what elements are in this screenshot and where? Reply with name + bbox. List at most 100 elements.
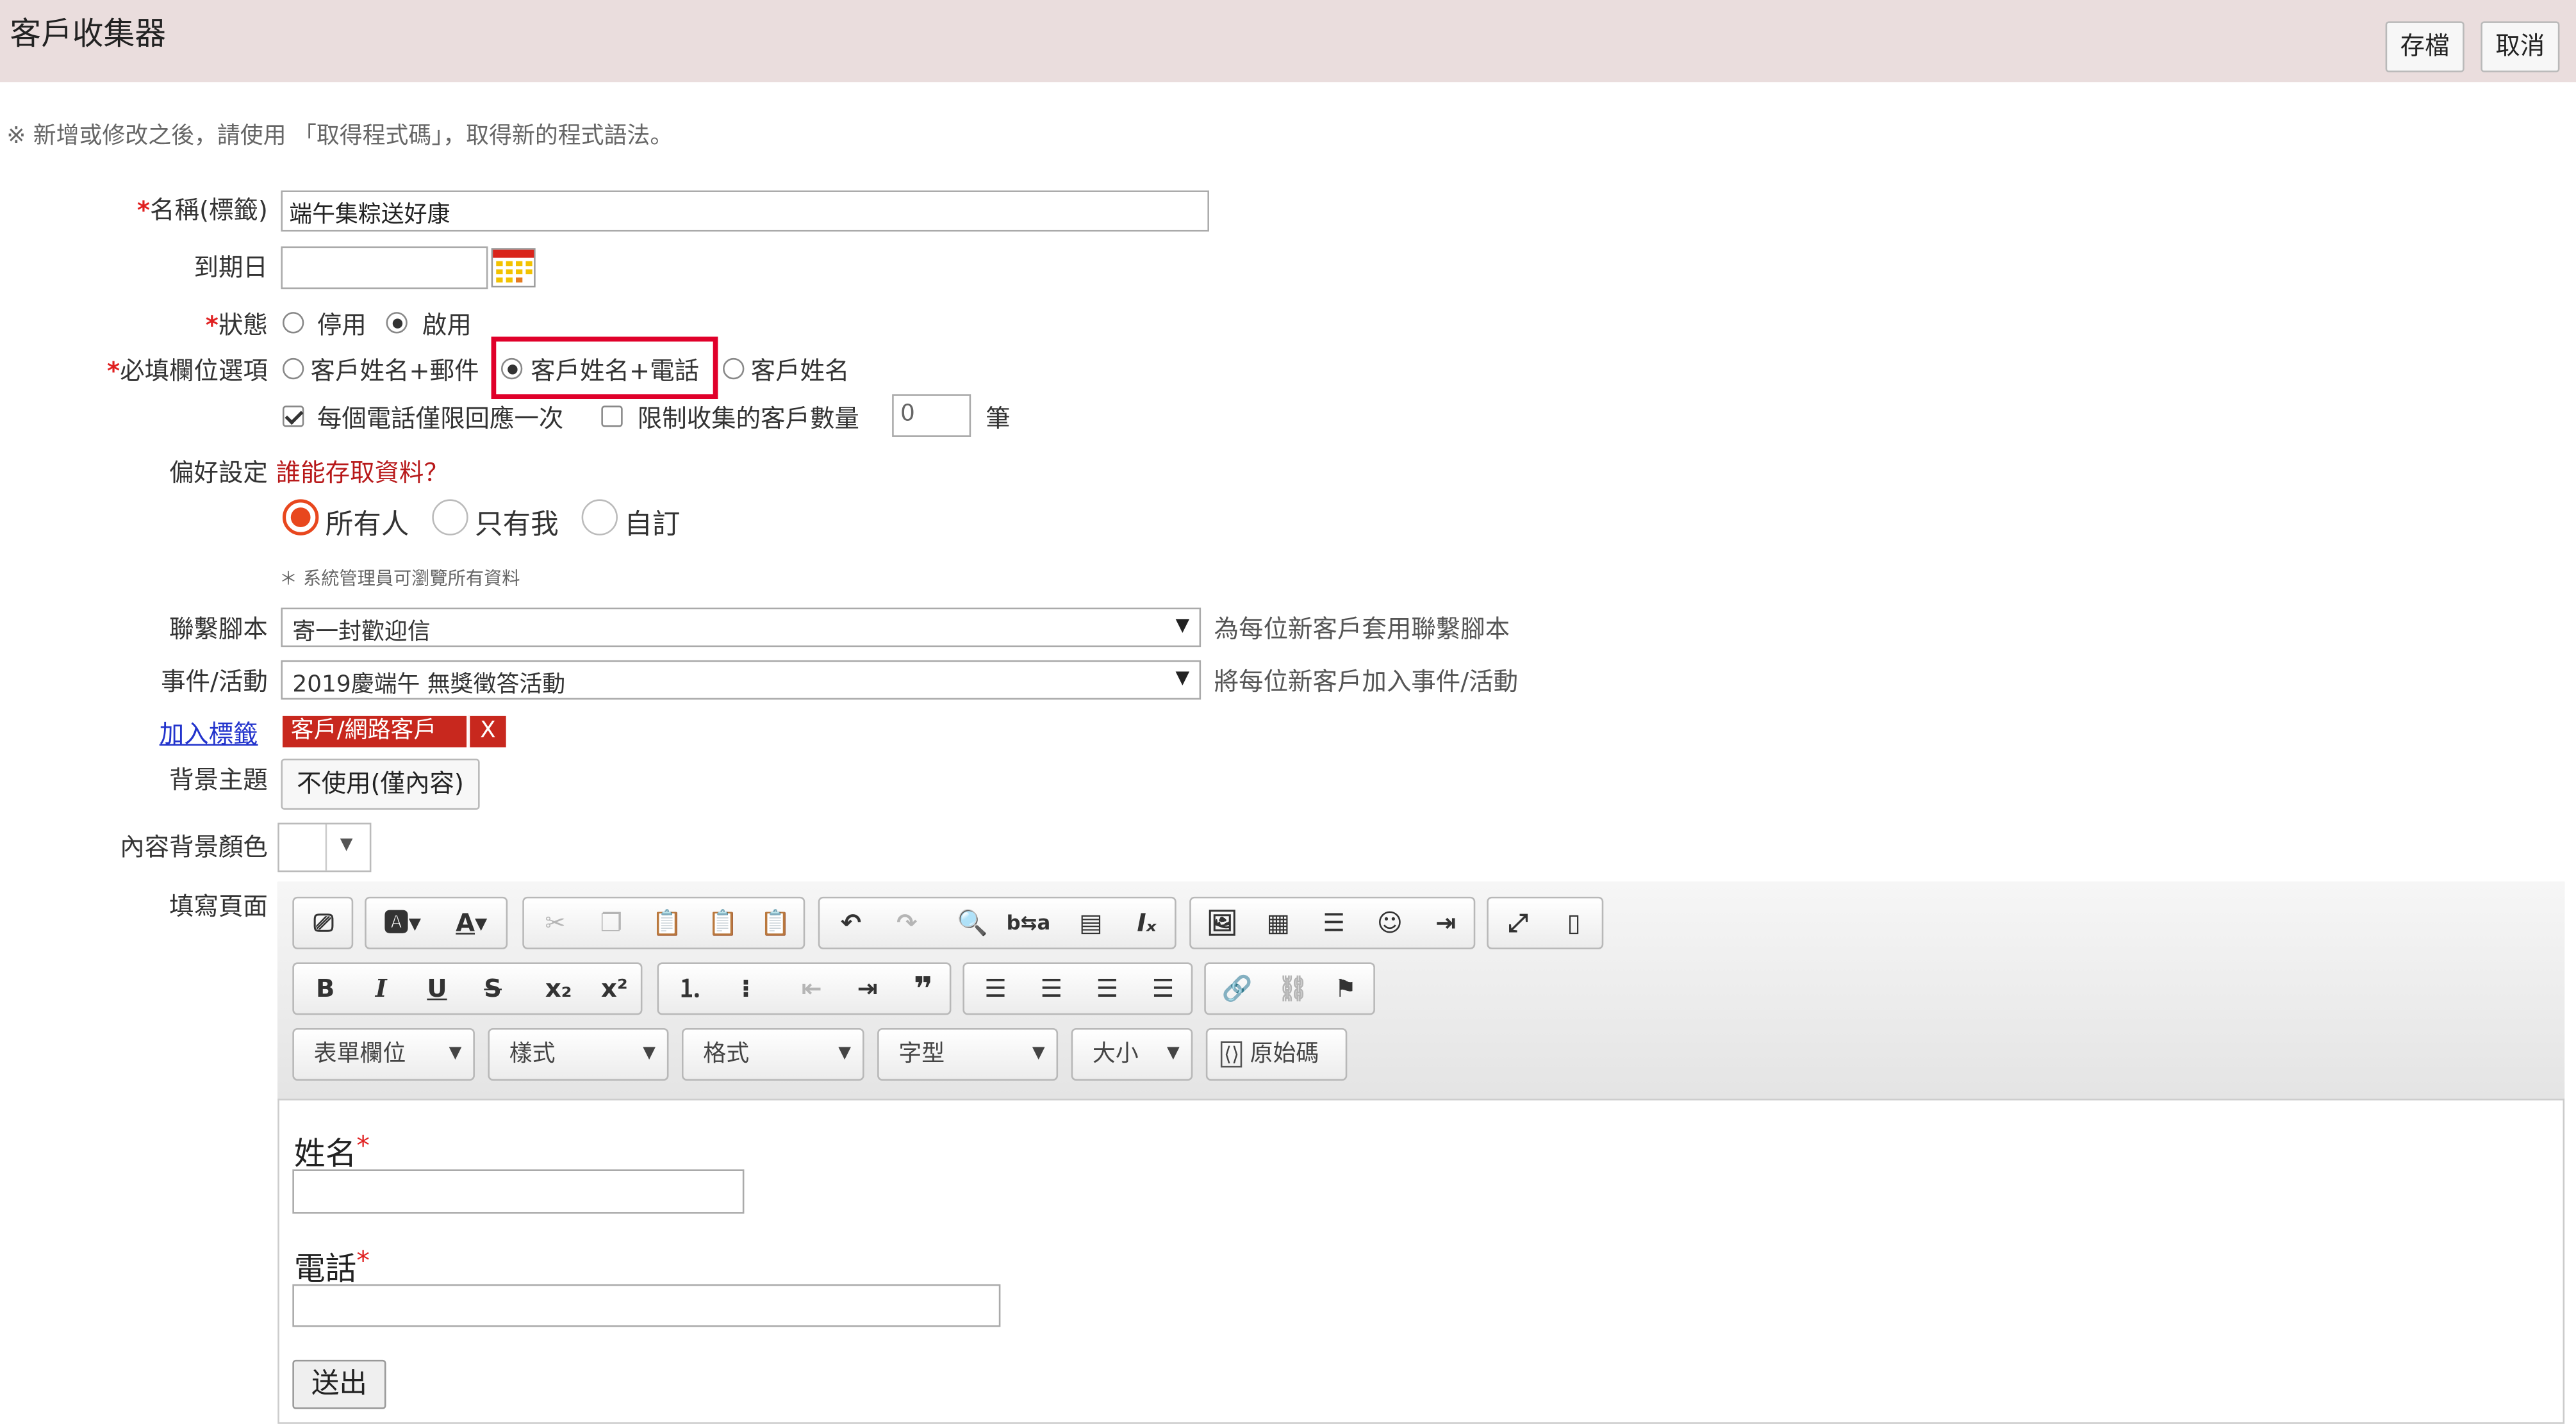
dropdown-arrow-icon: ▼ [1032, 1044, 1045, 1063]
bold-icon[interactable]: B [297, 964, 353, 1013]
script-hint: 為每位新客戶套用聯繫腳本 [1214, 614, 1510, 644]
superscript-icon[interactable]: x² [586, 964, 642, 1013]
required-name-radio[interactable] [723, 357, 745, 380]
status-disabled-label: 停用 [317, 310, 367, 340]
italic-icon[interactable]: I [353, 964, 409, 1013]
name-field-text: 姓名 [293, 1136, 357, 1173]
cancel-button[interactable]: 取消 [2481, 21, 2560, 72]
blockquote-icon[interactable]: ❞ [895, 964, 951, 1013]
access-question-link[interactable]: 誰能存取資料？ [276, 455, 449, 489]
remove-format-icon[interactable]: Iₓ [1119, 898, 1175, 947]
horizontal-line-icon[interactable]: ☰ [1306, 898, 1362, 947]
paste-icon[interactable]: 📋 [639, 898, 695, 947]
submit-button[interactable]: 送出 [292, 1359, 386, 1409]
align-right-icon[interactable]: ☰ [1079, 964, 1135, 1013]
limit-count-checkbox[interactable] [601, 405, 623, 427]
background-color-icon[interactable]: 🅰▾ [370, 898, 436, 947]
strike-icon[interactable]: S [465, 964, 521, 1013]
toolbar-group-edit: ↶ ↷ 🔍 b⇆a ▤ Iₓ [818, 896, 1177, 949]
phone-field-input[interactable] [292, 1284, 1001, 1327]
bulleted-list-icon[interactable]: ⁝ [718, 964, 773, 1013]
required-name-email-label: 客戶姓名+郵件 [310, 356, 479, 386]
combo-label: 表單欄位 [313, 1041, 406, 1068]
page-break-icon[interactable]: ⇥ [1418, 898, 1474, 947]
required-name-email-radio[interactable] [282, 357, 304, 380]
once-per-phone-checkbox[interactable] [282, 405, 304, 427]
replace-icon[interactable]: b⇆a [1000, 898, 1056, 947]
required-mark: * [356, 1129, 370, 1161]
cut-icon[interactable]: ✂ [527, 898, 583, 947]
combo-label: 格式 [703, 1041, 750, 1068]
save-button[interactable]: 存檔 [2385, 21, 2465, 72]
undo-icon[interactable]: ↶ [823, 898, 879, 947]
select-all-icon[interactable]: ▤ [1063, 898, 1119, 947]
dropdown-arrow-icon: ▼ [449, 1044, 462, 1063]
image-icon[interactable]: 🖼 [1194, 898, 1250, 947]
calendar-icon[interactable] [491, 248, 536, 288]
access-custom-radio[interactable] [581, 499, 618, 536]
numbered-list-icon[interactable]: ⒈ [662, 964, 718, 1013]
outdent-icon[interactable]: ⇤ [784, 964, 839, 1013]
align-center-icon[interactable]: ☰ [1023, 964, 1079, 1013]
access-everyone-radio[interactable] [282, 499, 319, 536]
styles-combo[interactable]: 樣式 ▼ [488, 1027, 669, 1081]
paste-word-icon[interactable]: 📋 [748, 898, 804, 947]
dropdown-arrow-icon: ▼ [643, 1044, 656, 1063]
text-color-icon[interactable]: A▾ [439, 898, 505, 947]
required-name-phone-radio[interactable] [500, 357, 523, 380]
toolbar-group-links: 🔗 ⛓ ⚑ [1204, 962, 1375, 1015]
find-icon[interactable]: 🔍 [945, 898, 1000, 947]
paste-text-icon[interactable]: 📋 [695, 898, 750, 947]
required-mark: * [356, 1245, 370, 1277]
tag-remove-button[interactable]: X [468, 716, 506, 748]
maximize-icon[interactable]: ⤢ [1490, 898, 1546, 947]
font-combo[interactable]: 字型 ▼ [877, 1027, 1059, 1081]
page-label: 填寫頁面 [169, 892, 268, 922]
page-title: 客戶收集器 [10, 16, 166, 53]
name-input[interactable]: 端午集粽送好康 [281, 190, 1209, 232]
add-tag-link[interactable]: 加入標籤 [160, 716, 258, 751]
access-custom-label: 自訂 [624, 509, 681, 543]
access-only-me-label: 只有我 [474, 509, 559, 543]
redo-icon[interactable]: ↷ [879, 898, 935, 947]
script-select[interactable]: 寄一封歡迎信 ▼ [281, 607, 1201, 648]
admin-note: ＊ 系統管理員可瀏覽所有資料 [279, 568, 520, 590]
theme-button[interactable]: 不使用(僅內容) [281, 758, 480, 810]
underline-icon[interactable]: U [409, 964, 465, 1013]
copy-icon[interactable]: ❐ [583, 898, 639, 947]
status-disabled-radio[interactable] [282, 312, 304, 334]
script-label: 聯繫腳本 [169, 614, 268, 644]
toolbar-group-clipboard: ✂ ❐ 📋 📋 📋 [522, 896, 805, 949]
link-icon[interactable]: 🔗 [1209, 964, 1265, 1013]
required-mark: * [136, 195, 151, 225]
access-only-me-radio[interactable] [432, 499, 468, 536]
indent-icon[interactable]: ⇥ [839, 964, 895, 1013]
bg-color-picker[interactable]: ▼ [277, 822, 372, 872]
align-left-icon[interactable]: ☰ [968, 964, 1023, 1013]
smiley-icon[interactable]: ☺ [1362, 898, 1417, 947]
phone-field-text: 電話 [293, 1251, 357, 1288]
unlink-icon[interactable]: ⛓ [1265, 964, 1321, 1013]
subscript-icon[interactable]: x₂ [531, 964, 586, 1013]
name-field-input[interactable] [292, 1169, 745, 1214]
show-blocks-icon[interactable]: ▯ [1546, 898, 1602, 947]
format-combo[interactable]: 格式 ▼ [681, 1027, 864, 1081]
event-hint: 將每位新客戶加入事件/活動 [1214, 666, 1519, 697]
expiry-input[interactable] [281, 246, 488, 290]
preview-icon[interactable]: ⎚ [295, 898, 351, 947]
required-mark: * [106, 356, 120, 386]
form-field-combo[interactable]: 表單欄位 ▼ [292, 1027, 475, 1081]
align-justify-icon[interactable]: ☰ [1135, 964, 1191, 1013]
status-enabled-radio[interactable] [386, 312, 408, 334]
combo-label: 字型 [898, 1041, 945, 1068]
toolbar-group-paragraph: ⒈ ⁝ ⇤ ⇥ ❞ [657, 962, 952, 1015]
script-select-value: 寄一封歡迎信 [292, 619, 431, 646]
name-label: *名稱(標籤) [136, 195, 268, 225]
limit-count-input[interactable]: 0 [892, 394, 971, 437]
anchor-flag-icon[interactable]: ⚑ [1317, 964, 1373, 1013]
source-button[interactable]: ⟨⟩ 原始碼 [1205, 1027, 1348, 1081]
event-select[interactable]: 2019慶端午 無獎徵答活動 ▼ [281, 660, 1201, 700]
toolbar-group-align: ☰ ☰ ☰ ☰ [962, 962, 1193, 1015]
table-icon[interactable]: ▦ [1250, 898, 1306, 947]
size-combo[interactable]: 大小 ▼ [1071, 1027, 1193, 1081]
